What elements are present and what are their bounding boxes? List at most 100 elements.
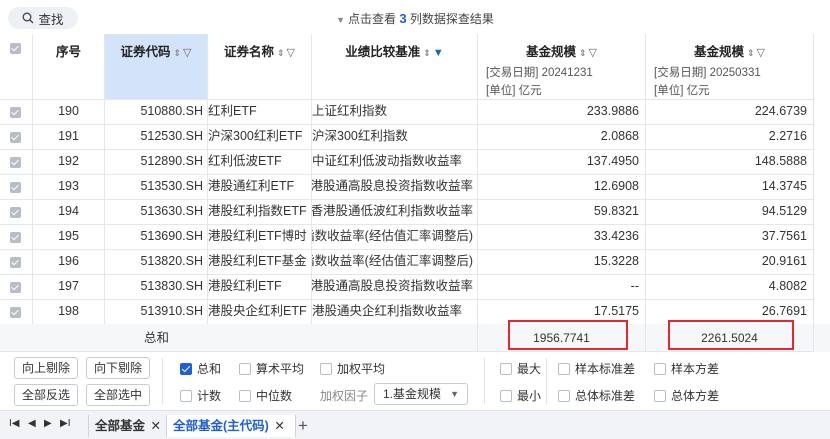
col-header-name[interactable]: 证券名称 ⇕ ▽ xyxy=(208,34,312,100)
notice-count: 3 xyxy=(399,11,407,26)
filter-icon[interactable]: ▽ xyxy=(183,47,191,59)
sort-icon[interactable]: ⇕ xyxy=(277,48,285,58)
checkbox[interactable] xyxy=(654,362,666,375)
option-sample-var[interactable]: 样本方差 xyxy=(654,360,719,377)
table-row[interactable]: 193 513530.SH 港股通红利ETF 港股通高股息投资指数收益率 12.6908… xyxy=(0,175,830,200)
row-select-cell[interactable] xyxy=(0,250,33,275)
sort-icon[interactable]: ⇕ xyxy=(174,48,182,58)
checkbox[interactable] xyxy=(500,362,512,375)
close-icon[interactable]: ✕ xyxy=(274,419,284,433)
option-pop-var[interactable]: 总体方差 xyxy=(654,387,719,404)
table-row[interactable]: 196 513820.SH 港股红利ETF基金 指数收益率(经估值汇率调整后) 15.3… xyxy=(0,250,830,275)
row-checkbox[interactable] xyxy=(10,232,21,243)
cell-scale-2025: 224.6739 xyxy=(646,100,814,125)
option-weighted-mean[interactable]: 加权平均 xyxy=(320,360,385,377)
prev-sheet-icon[interactable]: ◀ xyxy=(28,418,36,429)
notice-suffix: 列数据探查结果 xyxy=(409,12,494,26)
option-pop-std[interactable]: 总体标准差 xyxy=(558,387,635,404)
select-all-checkbox[interactable] xyxy=(10,43,21,54)
cell-code: 513630.SH xyxy=(105,200,208,225)
checkbox[interactable] xyxy=(180,389,192,402)
table-row[interactable]: 195 513690.SH 港股红利ETF博时 指数收益率(经估值汇率调整后) 33.4… xyxy=(0,225,830,250)
filter-icon[interactable]: ▽ xyxy=(287,47,295,59)
option-min[interactable]: 最小 xyxy=(500,387,541,404)
option-median[interactable]: 中位数 xyxy=(239,387,292,404)
row-select-cell[interactable] xyxy=(0,175,33,200)
row-select-cell[interactable] xyxy=(0,275,33,300)
next-sheet-icon[interactable]: ▶ xyxy=(44,418,52,429)
data-explore-notice[interactable]: ▼ 点击查看 3 列数据探查结果 xyxy=(0,10,830,27)
cell-scale-2025: 148.5888 xyxy=(646,150,814,175)
sort-icon[interactable]: ⇕ xyxy=(579,48,587,58)
tab-all-funds-main[interactable]: 全部基金(主代码) ✕ xyxy=(166,415,296,437)
row-checkbox[interactable] xyxy=(10,307,21,318)
option-sum[interactable]: 总和 xyxy=(180,360,221,377)
checkbox[interactable] xyxy=(654,389,666,402)
cell-name: 红利低波ETF xyxy=(208,150,312,175)
table-row[interactable]: 192 512890.SH 红利低波ETF 中证红利低波动指数收益率 137.4950 1… xyxy=(0,150,830,175)
table-row[interactable]: 190 510880.SH 红利ETF 上证红利指数 233.9886 224.6739 xyxy=(0,100,830,125)
filter-icon[interactable]: ▽ xyxy=(589,47,597,59)
cell-name: 港股红利指数ETF xyxy=(208,200,312,225)
row-checkbox[interactable] xyxy=(10,282,21,293)
col-header-benchmark[interactable]: 业绩比较基准 ⇕ ▼ xyxy=(312,34,478,100)
caret-down-icon: ▼ xyxy=(336,15,345,25)
table-row[interactable]: 197 513830.SH 港股红利ETF 港股通高股息投资指数收益率 -- 4.8082 xyxy=(0,275,830,300)
cell-scale-2024: 137.4950 xyxy=(478,150,646,175)
filter-icon[interactable]: ▽ xyxy=(757,47,765,59)
checkbox[interactable] xyxy=(558,362,570,375)
divider xyxy=(162,358,163,404)
checkbox[interactable] xyxy=(239,389,251,402)
cell-scale-2025: 4.8082 xyxy=(646,275,814,300)
cell-benchmark: 指数收益率(经估值汇率调整后) xyxy=(312,225,478,250)
cell-code: 513820.SH xyxy=(105,250,208,275)
add-sheet-button[interactable]: + xyxy=(298,415,308,437)
first-sheet-icon[interactable]: I◀ xyxy=(9,418,19,429)
select-all-button[interactable]: 全部选中 xyxy=(86,384,150,406)
weight-factor-value: 1.基金规模 xyxy=(383,387,442,401)
col-header-scale-2024[interactable]: 基金规模 ⇕ ▽ [交易日期] 20241231 [单位] 亿元 xyxy=(478,34,646,100)
row-checkbox[interactable] xyxy=(10,182,21,193)
row-checkbox[interactable] xyxy=(10,132,21,143)
row-select-cell[interactable] xyxy=(0,100,33,125)
sort-icon[interactable]: ⇕ xyxy=(747,48,755,58)
tab-all-funds[interactable]: 全部基金 ✕ xyxy=(88,415,169,437)
checkbox[interactable] xyxy=(320,362,332,375)
last-sheet-icon[interactable]: ▶I xyxy=(60,418,70,429)
row-checkbox[interactable] xyxy=(10,107,21,118)
checkbox-checked[interactable] xyxy=(180,362,192,375)
delete-down-button[interactable]: 向下剔除 xyxy=(86,357,150,379)
cell-code: 513690.SH xyxy=(105,225,208,250)
option-count[interactable]: 计数 xyxy=(180,387,221,404)
weight-factor-select[interactable]: 1.基金规模 ▼ xyxy=(374,383,468,405)
filter-active-icon[interactable]: ▼ xyxy=(433,47,444,59)
option-sum-label: 总和 xyxy=(197,362,222,376)
invert-selection-button[interactable]: 全部反选 xyxy=(14,384,78,406)
row-select-cell[interactable] xyxy=(0,125,33,150)
row-select-cell[interactable] xyxy=(0,225,33,250)
cell-scale-2024: 2.0868 xyxy=(478,125,646,150)
row-checkbox[interactable] xyxy=(10,157,21,168)
cell-seq: 191 xyxy=(33,125,105,150)
checkbox[interactable] xyxy=(500,389,512,402)
col-header-seq[interactable]: 序号 xyxy=(33,34,105,100)
close-icon[interactable]: ✕ xyxy=(151,419,161,433)
option-max[interactable]: 最大 xyxy=(500,360,541,377)
row-checkbox[interactable] xyxy=(10,257,21,268)
table-row[interactable]: 194 513630.SH 港股红利指数ETF 香港股通低波红利指数收益率 59.832… xyxy=(0,200,830,225)
checkbox[interactable] xyxy=(558,389,570,402)
row-select-cell[interactable] xyxy=(0,200,33,225)
row-checkbox[interactable] xyxy=(10,207,21,218)
row-select-cell[interactable] xyxy=(0,300,33,325)
cell-scale-2024: 15.3228 xyxy=(478,250,646,275)
option-mean[interactable]: 算术平均 xyxy=(239,360,304,377)
row-select-cell[interactable] xyxy=(0,150,33,175)
sort-icon[interactable]: ⇕ xyxy=(423,48,431,58)
checkbox[interactable] xyxy=(239,362,251,375)
table-row[interactable]: 191 512530.SH 沪深300红利ETF 沪深300红利指数 2.0868 2.2… xyxy=(0,125,830,150)
delete-up-button[interactable]: 向上剔除 xyxy=(14,357,78,379)
option-sample-std[interactable]: 样本标准差 xyxy=(558,360,635,377)
select-all-cell[interactable] xyxy=(0,34,33,100)
col-header-scale-2025[interactable]: 基金规模 ⇕ ▽ [交易日期] 20250331 [单位] 亿元 xyxy=(646,34,814,100)
col-header-code[interactable]: 证券代码 ⇕ ▽ xyxy=(105,34,208,100)
